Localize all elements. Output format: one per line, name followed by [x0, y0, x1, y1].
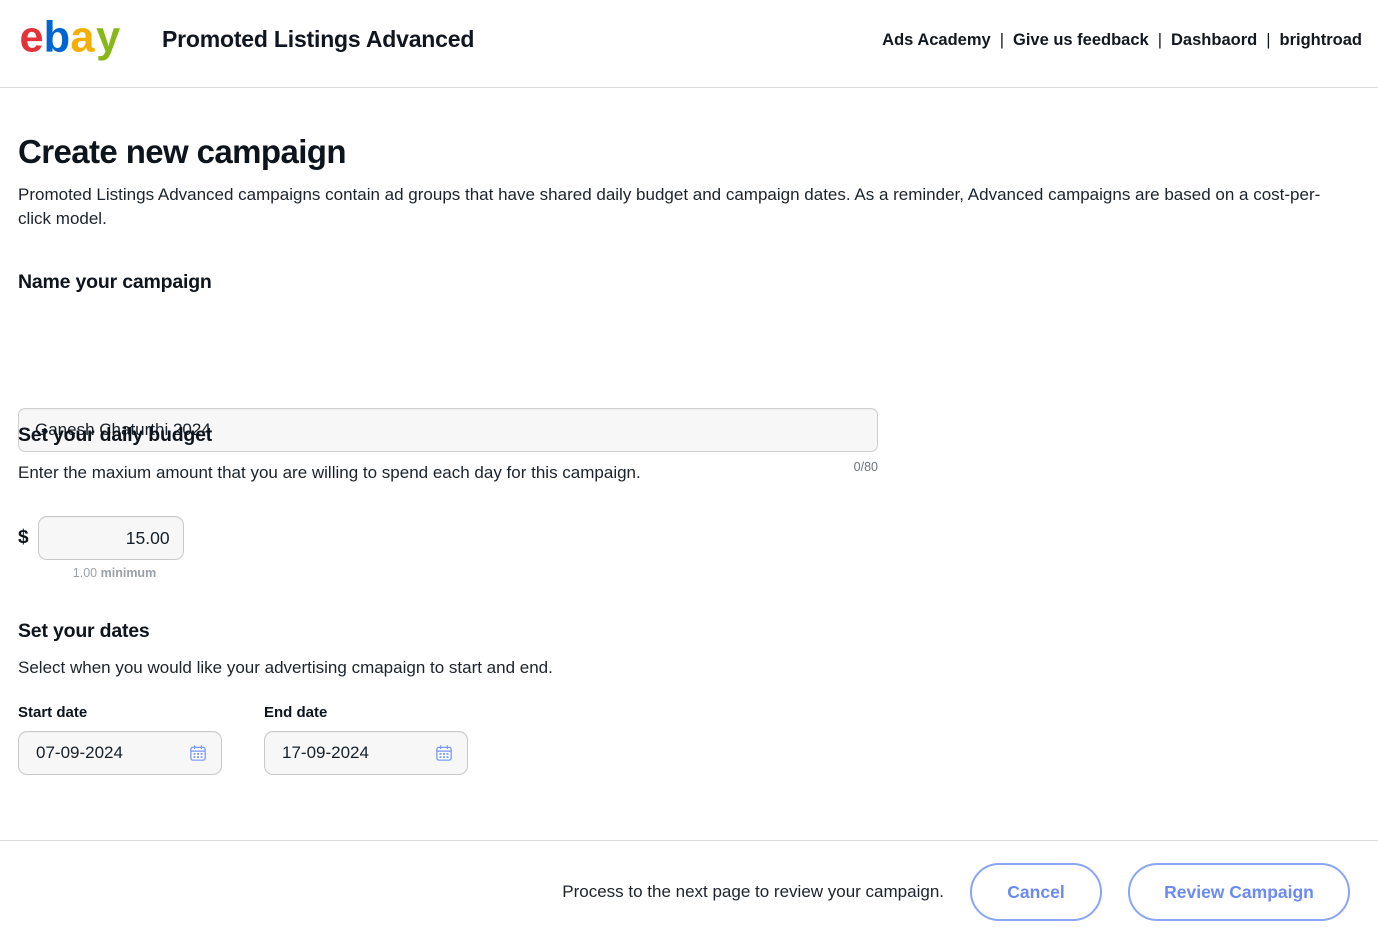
- nav-link-account-brightroad[interactable]: brightroad: [1280, 31, 1363, 50]
- nav-separator: |: [1149, 31, 1171, 50]
- review-campaign-button[interactable]: Review Campaign: [1128, 863, 1350, 921]
- section-subtext-daily-budget: Enter the maxium amount that you are wil…: [18, 463, 641, 483]
- calendar-icon[interactable]: [435, 744, 453, 762]
- app-header: e b a y Promoted Listings Advanced Ads A…: [0, 0, 1378, 88]
- page-description: Promoted Listings Advanced campaigns con…: [18, 183, 1348, 231]
- app-title: Promoted Listings Advanced: [162, 23, 474, 53]
- nav-separator: |: [1257, 31, 1279, 50]
- daily-budget-row: $: [18, 516, 184, 560]
- nav-separator: |: [991, 31, 1013, 50]
- section-heading-name-campaign: Name your campaign: [18, 271, 212, 294]
- cancel-button[interactable]: Cancel: [970, 863, 1102, 921]
- end-date-label: End date: [264, 704, 468, 721]
- date-fields-row: Start date: [18, 704, 468, 775]
- start-date-field: Start date: [18, 704, 222, 775]
- svg-text:e: e: [20, 13, 43, 61]
- end-date-input[interactable]: [265, 743, 415, 763]
- nav-link-dashboard[interactable]: Dashbaord: [1171, 31, 1257, 50]
- section-heading-daily-budget: Set your daily budget: [18, 424, 212, 447]
- svg-text:y: y: [96, 13, 120, 61]
- section-subtext-dates: Select when you would like your advertis…: [18, 658, 553, 678]
- nav-link-ads-academy[interactable]: Ads Academy: [882, 31, 991, 50]
- page-root: e b a y Promoted Listings Advanced Ads A…: [0, 0, 1378, 936]
- header-nav: Ads Academy | Give us feedback | Dashbao…: [882, 31, 1362, 50]
- page-footer: Process to the next page to review your …: [0, 840, 1378, 936]
- daily-budget-input[interactable]: [38, 516, 184, 560]
- budget-minimum-label: minimum: [101, 566, 157, 580]
- calendar-icon[interactable]: [189, 744, 207, 762]
- currency-symbol: $: [18, 527, 29, 549]
- section-heading-dates: Set your dates: [18, 620, 150, 643]
- budget-minimum-hint: 1.00 minimum: [37, 566, 192, 580]
- footer-actions: Process to the next page to review your …: [562, 863, 1350, 921]
- ebay-logo[interactable]: e b a y: [18, 13, 146, 63]
- end-date-field: End date: [264, 704, 468, 775]
- start-date-box[interactable]: [18, 731, 222, 775]
- header-brand: e b a y Promoted Listings Advanced: [18, 13, 474, 63]
- nav-link-give-us-feedback[interactable]: Give us feedback: [1013, 31, 1149, 50]
- page-title: Create new campaign: [18, 133, 346, 171]
- budget-minimum-amount: 1.00: [73, 566, 97, 580]
- svg-text:b: b: [44, 13, 69, 61]
- start-date-label: Start date: [18, 704, 222, 721]
- start-date-input[interactable]: [19, 743, 169, 763]
- end-date-box[interactable]: [264, 731, 468, 775]
- footer-note: Process to the next page to review your …: [562, 882, 944, 902]
- svg-text:a: a: [70, 13, 95, 61]
